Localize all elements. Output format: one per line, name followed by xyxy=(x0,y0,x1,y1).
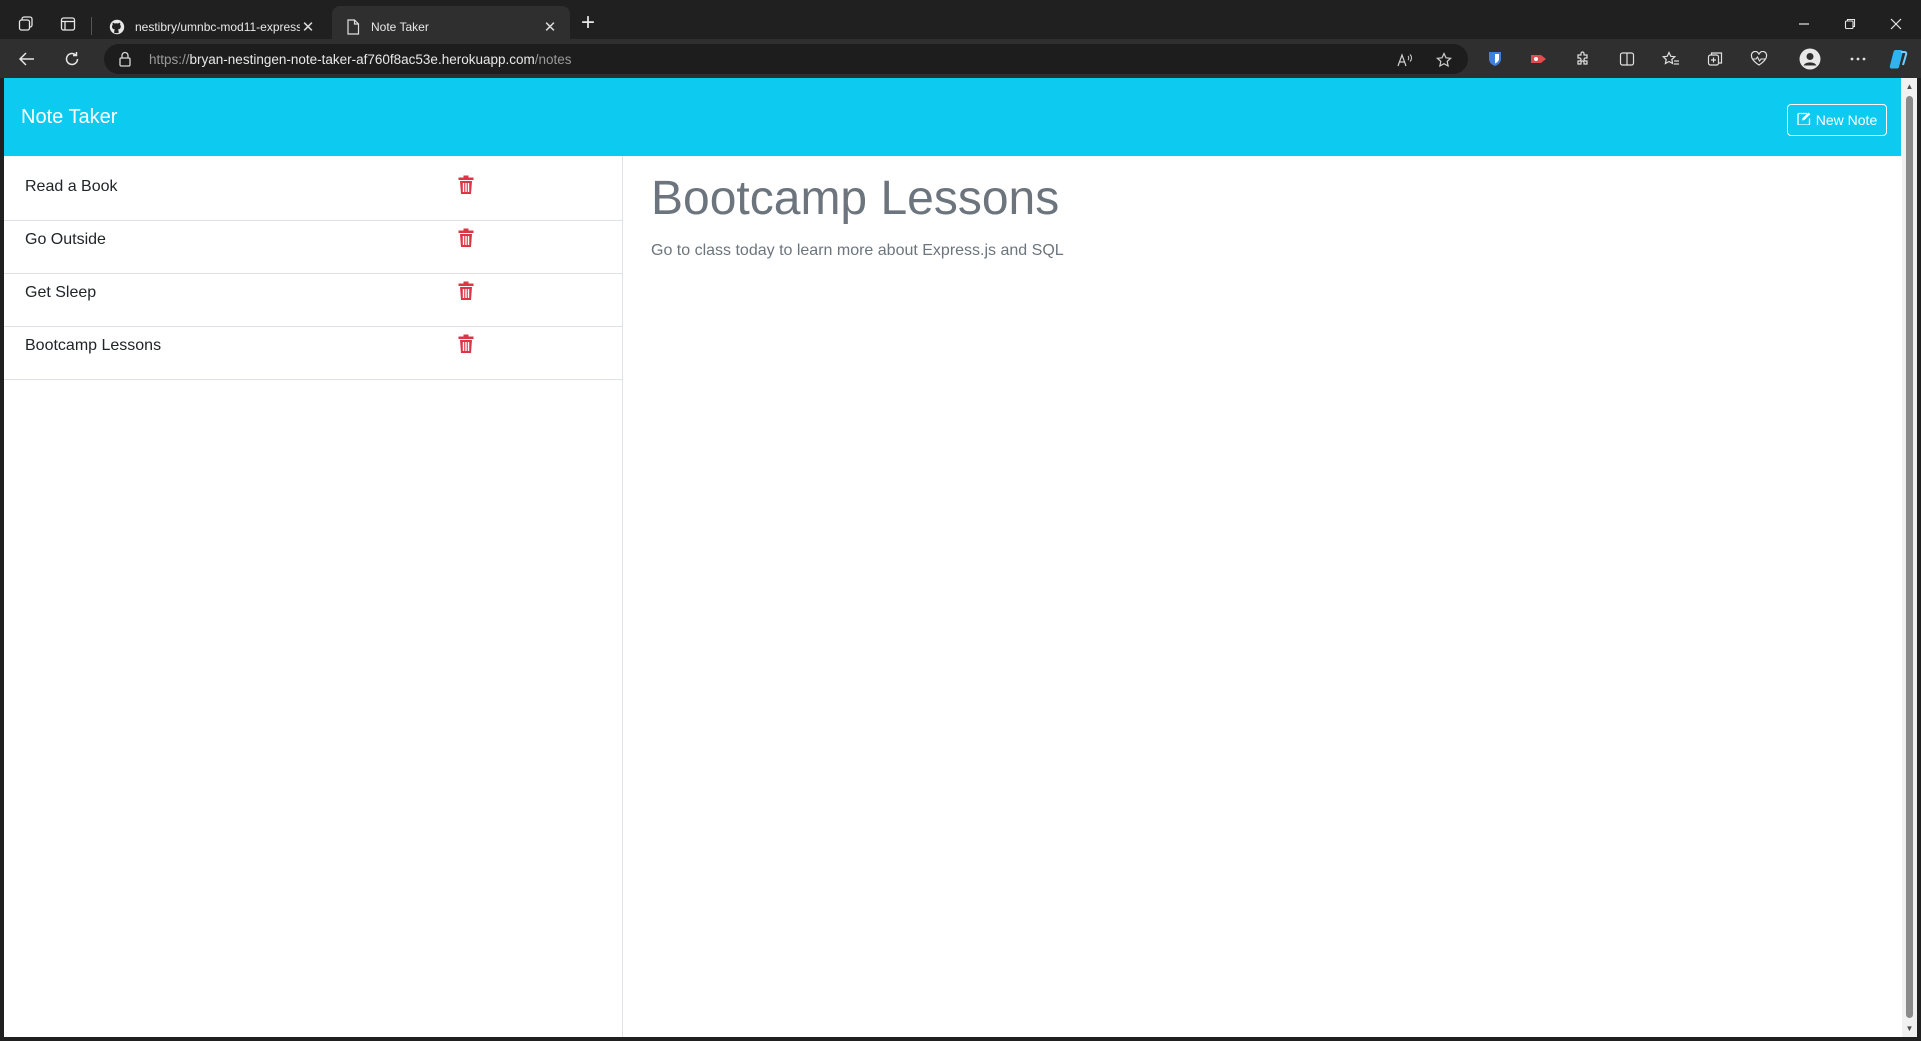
browser-toolbar: https://bryan-nestingen-note-taker-af760… xyxy=(0,39,1921,78)
workspaces-icon[interactable] xyxy=(13,12,39,36)
collections-icon[interactable] xyxy=(1703,47,1727,71)
app-brand[interactable]: Note Taker xyxy=(21,106,117,129)
close-tab-icon[interactable]: ✕ xyxy=(300,19,316,36)
copilot-icon[interactable] xyxy=(1886,47,1910,71)
url-text[interactable]: https://bryan-nestingen-note-taker-af760… xyxy=(149,52,572,67)
note-text-area[interactable]: Go to class today to learn more about Ex… xyxy=(651,242,1064,260)
delete-note-icon[interactable] xyxy=(458,281,474,301)
tab-separator xyxy=(91,17,92,35)
browser-essentials-icon[interactable] xyxy=(1747,47,1771,71)
refresh-icon[interactable] xyxy=(58,46,86,72)
read-aloud-icon[interactable] xyxy=(1394,50,1416,70)
delete-note-icon[interactable] xyxy=(458,228,474,248)
minimize-icon[interactable] xyxy=(1790,12,1818,36)
github-icon xyxy=(108,18,126,36)
more-options-icon[interactable] xyxy=(1846,47,1870,71)
delete-note-icon[interactable] xyxy=(458,334,474,354)
new-tab-button[interactable]: + xyxy=(576,11,600,36)
page-icon xyxy=(344,18,362,36)
note-item-title[interactable]: Read a Book xyxy=(25,178,118,196)
scroll-down-icon[interactable]: ▼ xyxy=(1905,1024,1914,1033)
close-window-icon[interactable] xyxy=(1882,12,1910,36)
restore-icon[interactable] xyxy=(1836,12,1864,36)
recorder-extension-icon[interactable] xyxy=(1527,47,1551,71)
vertical-scrollbar[interactable]: ▲ ▼ xyxy=(1902,78,1917,1037)
notes-sidebar: Read a Book Go Outside Get Sleep Bootcam… xyxy=(4,156,623,1037)
note-title-field[interactable]: Bootcamp Lessons xyxy=(651,171,1059,226)
favorites-icon[interactable] xyxy=(1659,47,1683,71)
address-bar[interactable]: https://bryan-nestingen-note-taker-af760… xyxy=(104,44,1468,74)
app-navbar: Note Taker New Note xyxy=(4,78,1901,156)
extensions-icon[interactable] xyxy=(1571,47,1595,71)
edit-icon xyxy=(1797,112,1811,128)
note-item-title[interactable]: Bootcamp Lessons xyxy=(25,337,161,355)
tab-title: Note Taker xyxy=(371,19,429,34)
profile-avatar-icon[interactable] xyxy=(1798,47,1822,71)
close-tab-icon[interactable]: ✕ xyxy=(542,19,558,36)
tab-actions-icon[interactable] xyxy=(55,12,81,36)
new-note-label: New Note xyxy=(1815,112,1878,128)
lock-icon[interactable] xyxy=(118,51,134,67)
tab-title: nestibry/umnbc-mod11-express.js xyxy=(135,19,300,34)
page-viewport: Note Taker New Note Read a Book Go Outsi… xyxy=(4,78,1917,1037)
note-item-title[interactable]: Go Outside xyxy=(25,231,106,249)
new-note-button[interactable]: New Note xyxy=(1787,104,1887,136)
scroll-up-icon[interactable]: ▲ xyxy=(1905,82,1914,91)
scrollbar-thumb[interactable] xyxy=(1906,96,1913,1018)
note-list-item[interactable]: Bootcamp Lessons xyxy=(4,315,623,380)
split-screen-icon[interactable] xyxy=(1615,47,1639,71)
note-item-title[interactable]: Get Sleep xyxy=(25,284,96,302)
favorite-star-icon[interactable] xyxy=(1433,50,1455,70)
delete-note-icon[interactable] xyxy=(458,175,474,195)
bitwarden-icon[interactable] xyxy=(1483,47,1507,71)
back-icon[interactable] xyxy=(13,46,41,72)
